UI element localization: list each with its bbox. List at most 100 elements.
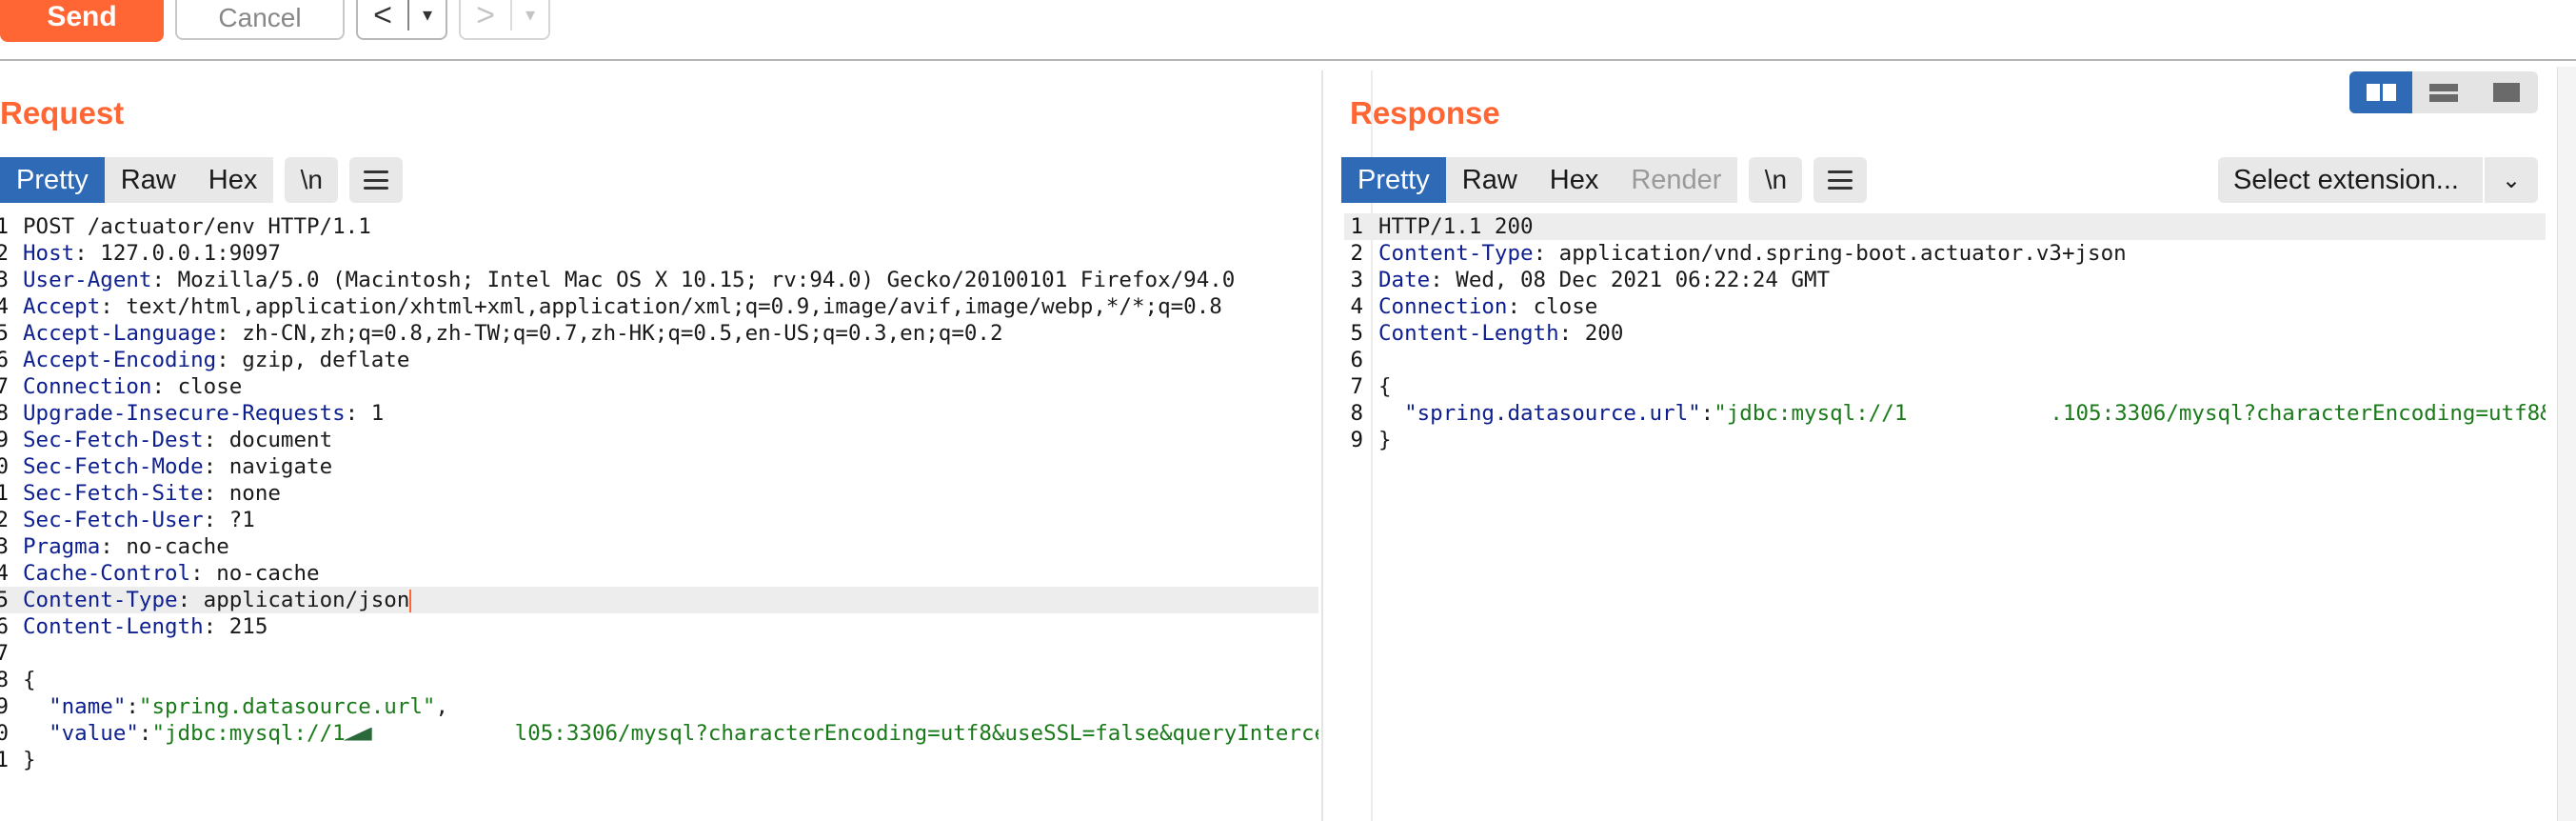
line-content: Cache-Control: no-cache <box>23 561 320 586</box>
header-value: no-cache <box>126 534 229 559</box>
cancel-button[interactable]: Cancel <box>175 0 345 40</box>
response-tab-hex[interactable]: Hex <box>1533 157 1615 203</box>
line-number: 4 <box>0 294 9 319</box>
back-arrow-icon[interactable]: < <box>358 0 407 39</box>
line-number: 2 <box>1350 241 1363 266</box>
chevron-down-icon: ⌄ <box>2501 167 2522 193</box>
code-line: 2 Host: 127.0.0.1:9097 <box>0 240 1318 267</box>
code-text: { <box>23 668 36 692</box>
split-view-icon <box>2366 84 2396 101</box>
header-name: Sec-Fetch-Mode <box>23 454 204 479</box>
send-button[interactable]: Send <box>0 0 164 42</box>
header-value: Wed, 08 Dec 2021 06:22:24 GMT <box>1456 268 1831 292</box>
hamburger-icon <box>1828 170 1853 190</box>
code-line: 5 Accept-Language: zh-CN,zh;q=0.8,zh-TW;q… <box>0 320 1318 347</box>
header-value: ?1 <box>228 508 255 532</box>
json-string: "spring.datasource.url" <box>138 694 436 719</box>
json-key: "spring.datasource.url" <box>1404 401 1701 426</box>
line-number: 18 <box>0 668 9 692</box>
response-menu-button[interactable] <box>1813 157 1868 203</box>
line-number: 7 <box>0 374 9 399</box>
request-tab-pretty[interactable]: Pretty <box>0 157 105 203</box>
code-line: 7{ <box>1344 373 2546 400</box>
header-name: Accept <box>23 294 101 319</box>
history-back-group: < ▾ <box>356 0 447 40</box>
line-content: "value":"jdbc:mysql://1 l05:3306/mysql?ch… <box>23 720 1318 747</box>
response-pane-title: Response <box>1350 95 1500 130</box>
line-number: 17 <box>0 641 9 666</box>
request-view-tabs: Pretty Raw Hex \n <box>0 157 404 203</box>
tab-spacer <box>338 157 349 203</box>
pane-divider[interactable] <box>1321 70 1323 821</box>
vertical-scrollbar[interactable] <box>2557 67 2576 821</box>
header-name: Pragma <box>23 534 101 559</box>
select-extension-dropdown[interactable]: Select extension... ⌄ <box>2218 157 2538 203</box>
nav-separator <box>407 0 409 30</box>
code-text: } <box>23 748 36 772</box>
line-number: 3 <box>1350 268 1363 292</box>
header-name: Content-Length <box>23 614 204 639</box>
header-value: none <box>228 481 281 506</box>
code-line: 19 "name":"spring.datasource.url", <box>0 693 1318 720</box>
stacked-view-icon <box>2429 83 2458 102</box>
line-number: 7 <box>1350 374 1363 399</box>
line-content: POST /actuator/env HTTP/1.1 <box>23 213 371 240</box>
line-number: 15 <box>0 588 9 612</box>
line-content: Upgrade-Insecure-Requests: 1 <box>23 401 385 426</box>
header-value: text/html,application/xhtml+xml,applicat… <box>126 294 1222 319</box>
back-history-dropdown-icon[interactable]: ▾ <box>409 0 446 39</box>
text-cursor <box>409 589 412 612</box>
code-line: 18 { <box>0 667 1318 693</box>
forward-arrow-icon[interactable]: > <box>461 0 510 39</box>
code-line: 8 "spring.datasource.url":"jdbc:mysql://… <box>1344 400 2546 427</box>
header-value: no-cache <box>216 561 320 586</box>
tab-spacer <box>1737 157 1749 203</box>
header-value: Mozilla/5.0 (Macintosh; Intel Mac OS X 1… <box>177 268 1236 292</box>
request-newline-toggle[interactable]: \n <box>285 157 339 203</box>
request-menu-button[interactable] <box>349 157 404 203</box>
line-number: 16 <box>0 614 9 639</box>
tab-spacer <box>273 157 285 203</box>
header-name: Cache-Control <box>23 561 191 586</box>
line-content: Content-Type: application/vnd.spring-boo… <box>1378 241 2127 266</box>
line-content: { <box>23 667 36 693</box>
header-value: 1 <box>370 401 385 426</box>
header-value: document <box>228 428 333 452</box>
response-tab-render[interactable]: Render <box>1615 157 1738 203</box>
response-tab-pretty[interactable]: Pretty <box>1341 157 1446 203</box>
code-line: 17 <box>0 640 1318 667</box>
code-text: HTTP/1.1 200 <box>1378 214 1534 239</box>
header-name: Host <box>23 241 75 266</box>
header-name: Sec-Fetch-Dest <box>23 428 204 452</box>
line-number: 21 <box>0 748 9 772</box>
line-number: 4 <box>1350 294 1363 319</box>
response-editor[interactable]: 1 HTTP/1.1 200 2 Content-Type: application/… <box>1344 213 2546 453</box>
line-number: 12 <box>0 508 9 532</box>
forward-history-dropdown-icon[interactable]: ▾ <box>512 0 548 39</box>
layout-single-button[interactable] <box>2475 71 2538 113</box>
layout-split-button[interactable] <box>2349 71 2412 113</box>
json-key: "value" <box>49 721 139 746</box>
line-number: 13 <box>0 534 9 559</box>
response-tab-raw[interactable]: Raw <box>1445 157 1534 203</box>
single-view-icon <box>2493 83 2520 102</box>
header-value: gzip, deflate <box>242 348 410 372</box>
code-text: } <box>1378 428 1392 452</box>
json-key: "name" <box>49 694 127 719</box>
redacted-region <box>1907 404 2051 424</box>
nav-separator <box>510 0 512 30</box>
code-line: 9} <box>1344 427 2546 453</box>
request-tab-raw[interactable]: Raw <box>104 157 192 203</box>
request-tab-hex[interactable]: Hex <box>191 157 274 203</box>
header-name: User-Agent <box>23 268 152 292</box>
header-value: 215 <box>228 614 268 639</box>
layout-rows-button[interactable] <box>2412 71 2475 113</box>
code-line: 13 Pragma: no-cache <box>0 533 1318 560</box>
line-content: Connection: close <box>23 374 243 399</box>
header-name: Content-Length <box>1378 321 1559 346</box>
response-newline-toggle[interactable]: \n <box>1749 157 1803 203</box>
header-value: 127.0.0.1:9097 <box>100 241 281 266</box>
request-editor[interactable]: 1 POST /actuator/env HTTP/1.1 2 Host: 127.0… <box>0 213 1318 773</box>
line-content: Content-Length: 200 <box>1378 321 1624 346</box>
json-string: "jdbc:mysql://1 <box>1714 401 1908 426</box>
